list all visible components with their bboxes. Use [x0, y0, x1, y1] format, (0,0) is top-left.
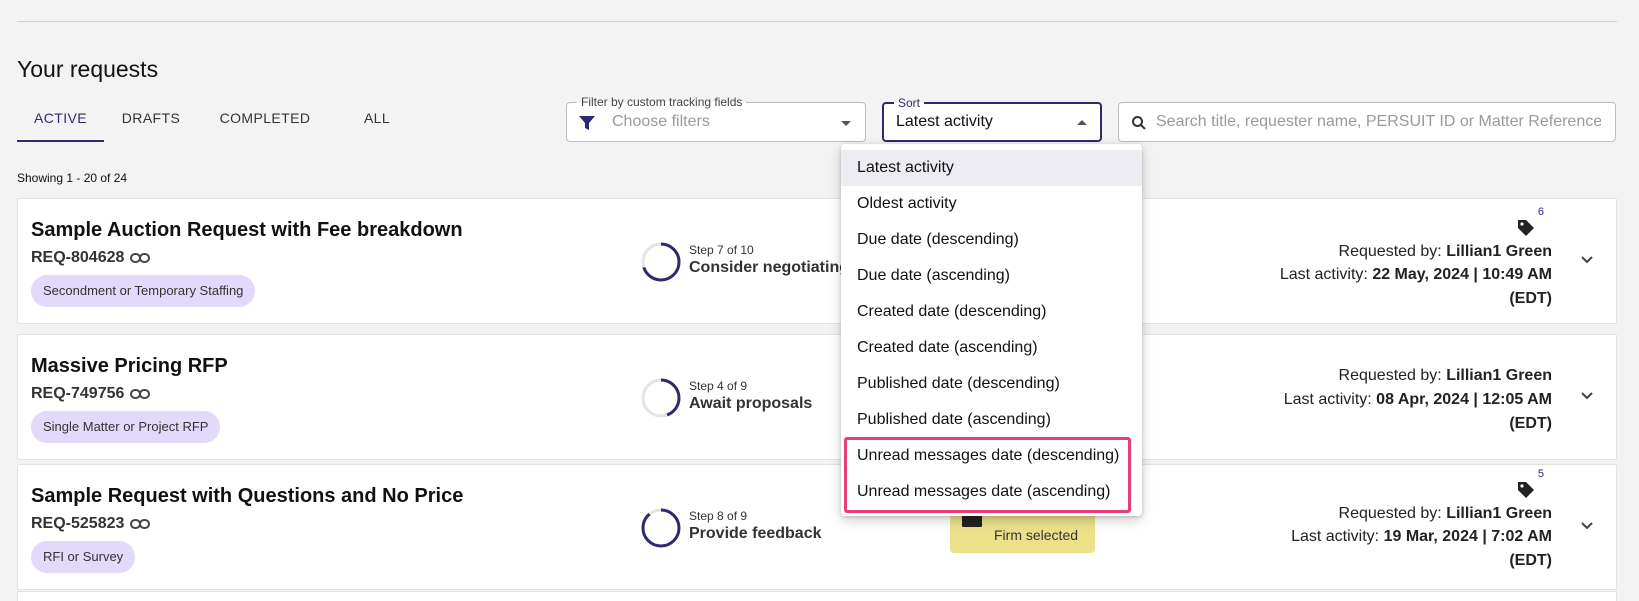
- link-icon[interactable]: [130, 251, 150, 265]
- sort-option[interactable]: Created date (ascending): [841, 330, 1142, 366]
- chevron-down-icon[interactable]: [1580, 255, 1594, 265]
- requester-name: Lillian1 Green: [1446, 505, 1552, 522]
- filter-legend: Filter by custom tracking fields: [577, 95, 747, 109]
- last-activity: Last activity: 22 May, 2024 | 10:49 AM: [1280, 266, 1552, 284]
- requested-by: Requested by: Lillian1 Green: [1339, 505, 1552, 523]
- caret-down-icon: [841, 121, 851, 126]
- tab-completed[interactable]: COMPLETED: [205, 98, 325, 142]
- requested-by: Requested by: Lillian1 Green: [1339, 367, 1552, 385]
- requested-by-label: Requested by:: [1338, 505, 1442, 522]
- sort-menu: Latest activity Oldest activity Due date…: [841, 144, 1142, 516]
- sort-option[interactable]: Created date (descending): [841, 294, 1142, 330]
- filter-select[interactable]: Filter by custom tracking fields Choose …: [566, 95, 866, 142]
- tab-drafts[interactable]: DRAFTS: [111, 98, 191, 142]
- tab-all[interactable]: ALL: [337, 98, 417, 142]
- last-activity-label: Last activity:: [1291, 528, 1380, 545]
- request-title[interactable]: Massive Pricing RFP: [31, 355, 228, 378]
- tab-active[interactable]: ACTIVE: [17, 98, 104, 142]
- sort-option[interactable]: Due date (ascending): [841, 258, 1142, 294]
- timezone: (EDT): [1509, 290, 1552, 307]
- request-title[interactable]: Sample Request with Questions and No Pri…: [31, 485, 463, 508]
- caret-up-icon: [1077, 120, 1087, 125]
- category-badge: Single Matter or Project RFP: [31, 411, 221, 443]
- sort-option[interactable]: Latest activity: [841, 150, 1142, 186]
- category-badge: Secondment or Temporary Staffing: [31, 275, 256, 307]
- tag-icon[interactable]: [1516, 480, 1536, 500]
- step-name: Await proposals: [689, 395, 813, 412]
- status-chip-label: Firm selected: [994, 527, 1079, 543]
- requested-by-label: Requested by:: [1338, 243, 1442, 260]
- tag-count: 5: [1537, 468, 1544, 480]
- sort-option[interactable]: Published date (ascending): [841, 402, 1142, 438]
- divider: [17, 21, 1617, 22]
- category-badge: RFI or Survey: [31, 541, 136, 573]
- progress-arc: [641, 508, 681, 548]
- sort-option[interactable]: Unread messages date (descending): [841, 438, 1142, 474]
- search-icon: [1132, 116, 1146, 130]
- timezone: (EDT): [1509, 552, 1552, 569]
- request-id: REQ-804628: [31, 249, 125, 266]
- tag-icon[interactable]: [1516, 218, 1536, 238]
- request-title[interactable]: Sample Auction Request with Fee breakdow…: [31, 219, 463, 242]
- request-card[interactable]: [17, 591, 1617, 601]
- last-activity: Last activity: 08 Apr, 2024 | 12:05 AM: [1284, 391, 1552, 409]
- link-icon[interactable]: [130, 387, 150, 401]
- progress-ring: [641, 378, 681, 418]
- step-count: Step 8 of 9: [689, 509, 748, 523]
- requester-name: Lillian1 Green: [1446, 243, 1552, 260]
- sort-option[interactable]: Unread messages date (ascending): [841, 474, 1142, 510]
- requested-by: Requested by: Lillian1 Green: [1339, 243, 1552, 261]
- last-activity-date: 22 May, 2024 | 10:49 AM: [1372, 266, 1552, 283]
- link-icon[interactable]: [130, 517, 150, 531]
- request-card[interactable]: Sample Auction Request with Fee breakdow…: [17, 198, 1617, 324]
- request-id: REQ-525823: [31, 515, 125, 532]
- sort-option[interactable]: Oldest activity: [841, 186, 1142, 222]
- chevron-down-icon[interactable]: [1580, 391, 1594, 401]
- filter-placeholder: Choose filters: [612, 113, 710, 130]
- chevron-down-icon[interactable]: [1580, 521, 1594, 531]
- requester-name: Lillian1 Green: [1446, 367, 1552, 384]
- step-name: Consider negotiating: [689, 259, 849, 276]
- last-activity-date: 19 Mar, 2024 | 7:02 AM: [1383, 528, 1552, 545]
- last-activity-date: 08 Apr, 2024 | 12:05 AM: [1376, 391, 1552, 408]
- requested-by-label: Requested by:: [1338, 367, 1442, 384]
- tag-count: 6: [1537, 206, 1544, 218]
- step-count: Step 7 of 10: [689, 243, 754, 257]
- last-activity-label: Last activity:: [1283, 391, 1372, 408]
- request-card[interactable]: Sample Request with Questions and No Pri…: [17, 464, 1617, 590]
- sort-value: Latest activity: [896, 113, 993, 130]
- step-count: Step 4 of 9: [689, 379, 748, 393]
- last-activity: Last activity: 19 Mar, 2024 | 7:02 AM: [1291, 528, 1552, 546]
- search-field[interactable]: Search title, requester name, PERSUIT ID…: [1118, 102, 1616, 142]
- sort-select[interactable]: Sort Latest activity: [882, 96, 1102, 142]
- timezone: (EDT): [1509, 415, 1552, 432]
- sort-legend: Sort: [894, 96, 925, 110]
- last-activity-label: Last activity:: [1279, 266, 1368, 283]
- page-title: Your requests: [17, 56, 159, 82]
- step-name: Provide feedback: [689, 525, 822, 542]
- request-id: REQ-749756: [31, 385, 125, 402]
- sort-option[interactable]: Due date (descending): [841, 222, 1142, 258]
- results-count: Showing 1 - 20 of 24: [17, 171, 128, 185]
- progress-ring: [641, 508, 681, 548]
- funnel-icon: [579, 116, 595, 130]
- sort-option[interactable]: Published date (descending): [841, 366, 1142, 402]
- search-input[interactable]: Search title, requester name, PERSUIT ID…: [1156, 113, 1601, 131]
- progress-ring: [641, 242, 681, 282]
- request-card[interactable]: Massive Pricing RFP REQ-749756 Single Ma…: [17, 334, 1617, 460]
